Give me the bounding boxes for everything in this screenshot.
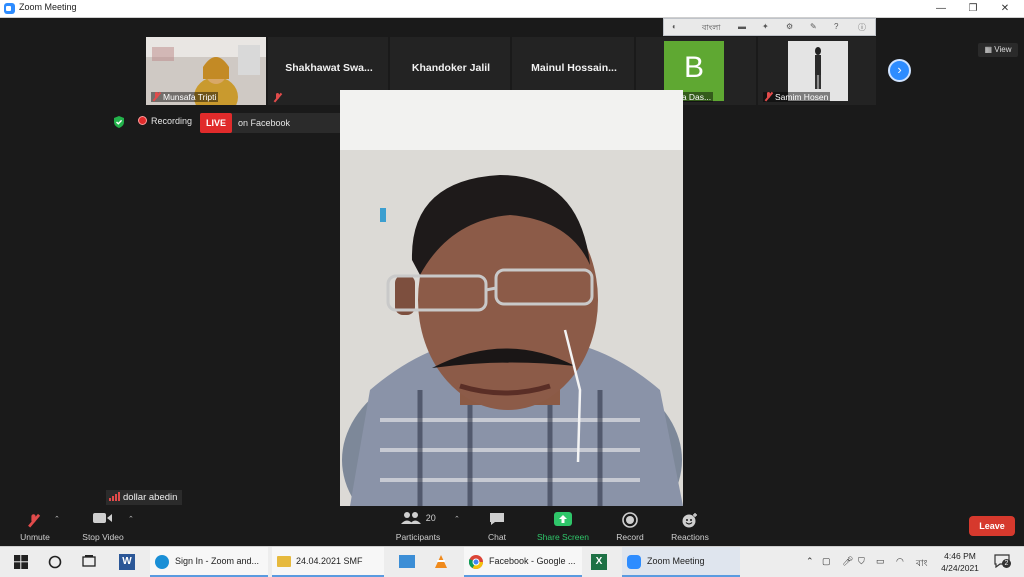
unmute-button[interactable]: Unmute (0, 506, 70, 546)
reactions-button[interactable]: Reactions (655, 506, 725, 546)
meeting-controls: Unmute ⌃ Stop Video ⌃ 20 Participants ⌃ … (0, 506, 1024, 546)
system-clock[interactable]: 4:46 PM 4/24/2021 (938, 550, 982, 574)
chrome-icon (469, 555, 483, 569)
participants-options-caret[interactable]: ⌃ (454, 515, 460, 523)
taskbar-item-signin[interactable]: Sign In - Zoom and... (150, 547, 268, 577)
speaker-name-label: dollar abedin (106, 490, 183, 505)
search-icon: ◐ (672, 22, 677, 31)
word-icon: W (119, 554, 135, 570)
notification-count: 2 (1002, 559, 1011, 568)
participants-icon: 20 (383, 512, 453, 528)
wifi-icon[interactable]: ◠ (896, 556, 904, 567)
signal-icon (109, 492, 120, 501)
minimize-button[interactable]: — (924, 0, 958, 17)
video-options-caret[interactable]: ⌃ (128, 515, 134, 523)
search-circle-icon (48, 555, 62, 569)
leave-button[interactable]: Leave (969, 516, 1015, 536)
speaker-video-frame (340, 90, 683, 506)
word-app[interactable]: W (116, 547, 138, 577)
view-button[interactable]: ▦ View (978, 43, 1018, 57)
language-label: বাংলা (702, 23, 721, 32)
live-destination: on Facebook (238, 118, 291, 128)
notifications-icon[interactable]: 2 (994, 554, 1011, 569)
live-badge: LIVE (200, 113, 232, 133)
next-page-button[interactable]: › (888, 59, 911, 82)
chevron-right-icon: › (897, 62, 902, 77)
participant-label: Samim Hosen (763, 92, 831, 102)
window-titlebar: Zoom Meeting — ❐ ✕ (0, 0, 1024, 18)
participant-name: Khandoker Jalil (411, 62, 491, 74)
taskbar-item-zoom[interactable]: Zoom Meeting (622, 547, 740, 577)
tray-chevron-icon[interactable]: ⌃ (806, 556, 814, 567)
smiley-plus-icon (655, 512, 725, 528)
audio-options-caret[interactable]: ⌃ (54, 515, 60, 523)
start-button[interactable] (8, 547, 36, 577)
pen-icon: ✎ (810, 22, 817, 31)
help-icon: ? (834, 22, 839, 31)
meet-now-icon[interactable]: ▢ (822, 556, 831, 567)
avatar-initial: B (683, 51, 704, 84)
windows-taskbar: W Sign In - Zoom and... 24.04.2021 SMF F… (0, 546, 1024, 577)
search-button[interactable] (44, 547, 66, 577)
dash-icon: ▬ (738, 22, 746, 31)
muted-mic-icon (274, 93, 281, 102)
shield-check-icon[interactable] (112, 115, 126, 129)
zoom-app-icon (4, 3, 15, 14)
participant-tile-samim[interactable]: Samim Hosen (758, 37, 876, 105)
vlc-cone-icon (435, 555, 447, 568)
participant-tile-munsafa[interactable]: Munsafa Tripti (146, 37, 266, 117)
participants-button[interactable]: 20 Participants (383, 506, 453, 546)
microphone-icon[interactable]: 🎤︎ (842, 556, 853, 567)
taskbar-item-folder[interactable]: 24.04.2021 SMF (272, 547, 384, 577)
language-bar[interactable]: ◐ বাংলা ▬ ✦ ⚙ ✎ ? ⓘ (663, 18, 876, 36)
excel-app[interactable]: X (588, 547, 610, 577)
gear-icon: ⚙ (786, 22, 794, 31)
participant-label: Munsafa Tripti (151, 92, 219, 102)
participants-count: 20 (425, 513, 436, 523)
participant-name: Shakhawat Swa... (285, 62, 373, 74)
windows-logo-icon (14, 555, 28, 569)
recording-indicator[interactable]: Recording (138, 116, 192, 126)
share-screen-button[interactable]: Share Screen (528, 506, 598, 546)
info-icon: ⓘ (858, 23, 866, 32)
window-title: Zoom Meeting (19, 2, 77, 12)
person-icon: ✦ (762, 22, 769, 31)
chat-bubble-icon (462, 512, 532, 528)
photos-app[interactable] (396, 547, 418, 577)
excel-icon: X (591, 554, 607, 570)
security-icon[interactable]: ⛉ (858, 556, 865, 567)
vlc-app[interactable] (430, 547, 452, 577)
input-language[interactable]: বাং (916, 556, 928, 571)
task-view-icon (82, 555, 96, 567)
share-arrow-icon (528, 512, 598, 528)
folder-icon (277, 556, 291, 567)
edge-icon (155, 555, 169, 569)
restore-button[interactable]: ❐ (956, 0, 990, 17)
zoom-icon (627, 555, 641, 569)
recording-dot-icon (138, 116, 147, 125)
stop-video-button[interactable]: Stop Video (68, 506, 138, 546)
task-view-button[interactable] (78, 547, 100, 577)
muted-mic-icon (765, 92, 772, 101)
chat-button[interactable]: Chat (462, 506, 532, 546)
photo-icon (399, 555, 415, 568)
participant-name: Mainul Hossain... (531, 62, 617, 74)
battery-icon[interactable]: ▭ (876, 556, 885, 567)
muted-mic-icon (153, 92, 160, 101)
taskbar-item-facebook[interactable]: Facebook - Google ... (464, 547, 582, 577)
close-button[interactable]: ✕ (988, 0, 1022, 17)
active-speaker-video (340, 90, 683, 506)
